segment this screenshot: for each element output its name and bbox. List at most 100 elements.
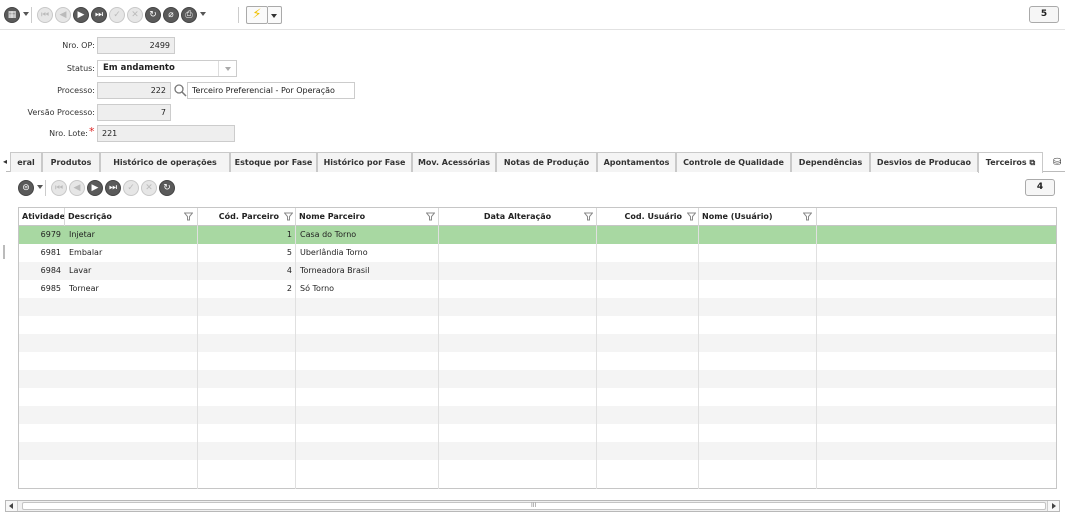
tab-terceiros[interactable]: Terceiros ⧉	[978, 152, 1043, 173]
more-tabs-icon[interactable]: ⛁	[1053, 157, 1061, 168]
first-record-icon[interactable]: ⏮	[37, 7, 53, 23]
record-counter: 5	[1029, 6, 1059, 23]
cell-nome-parceiro: Uberlândia Torno	[300, 248, 368, 257]
horizontal-scrollbar[interactable]: III	[5, 500, 1060, 512]
empty-row	[19, 460, 1056, 478]
column-header-data-alteracao[interactable]: Data Alteração	[439, 208, 597, 226]
refresh-icon[interactable]: ↻	[145, 7, 161, 23]
column-header-cod-usuario[interactable]: Cod. Usuário	[597, 208, 699, 226]
table-row[interactable]: 6984 Lavar 4 Torneadora Brasil	[19, 262, 1056, 280]
versao-processo-field[interactable]: 7	[97, 104, 171, 121]
cell-cod-parceiro: 2	[286, 284, 292, 293]
cancel-icon[interactable]: ✕	[141, 180, 157, 196]
column-header-nome-usuario-label: Nome (Usuário)	[702, 212, 773, 221]
tab-controle-de-qualidade[interactable]: Controle de Qualidade	[676, 152, 791, 172]
grid-menu-dropdown-caret[interactable]	[37, 185, 43, 189]
status-label: Status:	[66, 64, 95, 73]
filter-icon[interactable]	[426, 212, 435, 221]
expand-tab-icon[interactable]: ⧉	[1029, 158, 1035, 167]
nro-lote-label: Nro. Lote:	[49, 129, 88, 138]
filter-icon[interactable]	[584, 212, 593, 221]
grid-menu-icon[interactable]: ▦	[4, 7, 20, 23]
filter-icon[interactable]	[284, 212, 293, 221]
tab-terceiros-label: Terceiros	[985, 158, 1027, 167]
cell-atividade: 6979	[40, 230, 61, 239]
grid-menu-icon[interactable]: ⊜	[18, 180, 34, 196]
menu-dropdown-caret[interactable]	[23, 12, 29, 16]
tab-desvios-de-producao[interactable]: Desvios de Producao	[870, 152, 978, 172]
processo-description: Terceiro Preferencial - Por Operação	[187, 82, 355, 99]
splitter-handle[interactable]	[3, 245, 5, 259]
filter-icon[interactable]	[803, 212, 812, 221]
cell-atividade: 6985	[40, 284, 61, 293]
previous-record-icon[interactable]: ◀	[69, 180, 85, 196]
tab-dependencias[interactable]: Dependências	[791, 152, 870, 172]
next-record-icon[interactable]: ▶	[87, 180, 103, 196]
cancel-icon[interactable]: ✕	[127, 7, 143, 23]
tab-apontamentos[interactable]: Apontamentos	[597, 152, 676, 172]
grid-header: Atividade Descrição Cód. Parceiro Nome P…	[19, 208, 1056, 226]
confirm-icon[interactable]: ✓	[109, 7, 125, 23]
column-header-data-alteracao-label: Data Alteração	[483, 212, 552, 221]
table-row[interactable]: 6981 Embalar 5 Uberlândia Torno	[19, 244, 1056, 262]
table-row[interactable]: 6985 Tornear 2 Só Torno	[19, 280, 1056, 298]
tab-historico-operacoes[interactable]: Histórico de operações	[100, 152, 230, 172]
tab-notas-de-producao[interactable]: Notas de Produção	[496, 152, 597, 172]
cell-cod-parceiro: 5	[286, 248, 292, 257]
cell-descricao: Tornear	[69, 284, 99, 293]
attach-icon[interactable]: ⌀	[163, 7, 179, 23]
actions-dropdown-button[interactable]	[268, 6, 282, 24]
empty-row	[19, 298, 1056, 316]
nro-lote-field[interactable]: 221	[97, 125, 235, 142]
empty-row	[19, 352, 1056, 370]
confirm-icon[interactable]: ✓	[123, 180, 139, 196]
column-header-nome-usuario[interactable]: Nome (Usuário)	[699, 208, 817, 226]
chevron-down-icon[interactable]	[218, 61, 236, 76]
empty-row	[19, 370, 1056, 388]
empty-row	[19, 316, 1056, 334]
refresh-icon[interactable]: ↻	[159, 180, 175, 196]
lightning-icon[interactable]: ⚡	[246, 6, 268, 24]
column-header-atividade[interactable]: Atividade	[19, 208, 65, 226]
print-icon[interactable]: ⎙	[181, 7, 197, 23]
cell-atividade: 6981	[40, 248, 61, 257]
nro-op-field[interactable]: 2499	[97, 37, 175, 54]
column-header-nome-parceiro[interactable]: Nome Parceiro	[296, 208, 439, 226]
empty-row	[19, 424, 1056, 442]
cell-atividade: 6984	[40, 266, 61, 275]
versao-processo-label: Versão Processo:	[27, 108, 95, 117]
tab-mov-acessorias[interactable]: Mov. Acessórias	[412, 152, 496, 172]
main-toolbar: ▦ ⏮ ◀ ▶ ⏭ ✓ ✕ ↻ ⌀ ⎙ ⚡ 5	[0, 0, 1065, 30]
print-dropdown-caret[interactable]	[200, 12, 206, 16]
table-row[interactable]: 6979 Injetar 1 Casa do Torno	[19, 226, 1056, 244]
processo-label: Processo:	[57, 86, 95, 95]
tab-estoque-por-fase[interactable]: Estoque por Fase	[230, 152, 317, 172]
scrollbar-grip: III	[531, 502, 537, 509]
cell-descricao: Lavar	[69, 266, 92, 275]
filter-icon[interactable]	[687, 212, 696, 221]
tab-produtos[interactable]: Produtos	[42, 152, 100, 172]
status-select[interactable]: Em andamento	[97, 60, 237, 77]
scroll-left-icon[interactable]	[6, 501, 18, 511]
filter-icon[interactable]	[184, 212, 193, 221]
column-header-descricao[interactable]: Descrição	[65, 208, 198, 226]
grid-record-counter: 4	[1025, 179, 1055, 196]
search-icon[interactable]	[173, 83, 187, 97]
column-header-nome-parceiro-label: Nome Parceiro	[299, 212, 366, 221]
processo-field[interactable]: 222	[97, 82, 171, 99]
last-record-icon[interactable]: ⏭	[91, 7, 107, 23]
tab-historico-por-fase[interactable]: Histórico por Fase	[317, 152, 412, 172]
next-record-icon[interactable]: ▶	[73, 7, 89, 23]
cell-nome-parceiro: Só Torno	[300, 284, 335, 293]
scrollbar-thumb[interactable]: III	[22, 502, 1046, 510]
last-record-icon[interactable]: ⏭	[105, 180, 121, 196]
terceiros-grid: Atividade Descrição Cód. Parceiro Nome P…	[18, 207, 1057, 489]
nro-op-label: Nro. OP:	[62, 41, 95, 50]
scroll-right-icon[interactable]	[1047, 501, 1059, 511]
tab-geral[interactable]: eral	[10, 152, 42, 172]
cell-descricao: Embalar	[69, 248, 103, 257]
first-record-icon[interactable]: ⏮	[51, 180, 67, 196]
cell-nome-parceiro: Torneadora Brasil	[300, 266, 370, 275]
column-header-cod-parceiro[interactable]: Cód. Parceiro	[198, 208, 296, 226]
previous-record-icon[interactable]: ◀	[55, 7, 71, 23]
